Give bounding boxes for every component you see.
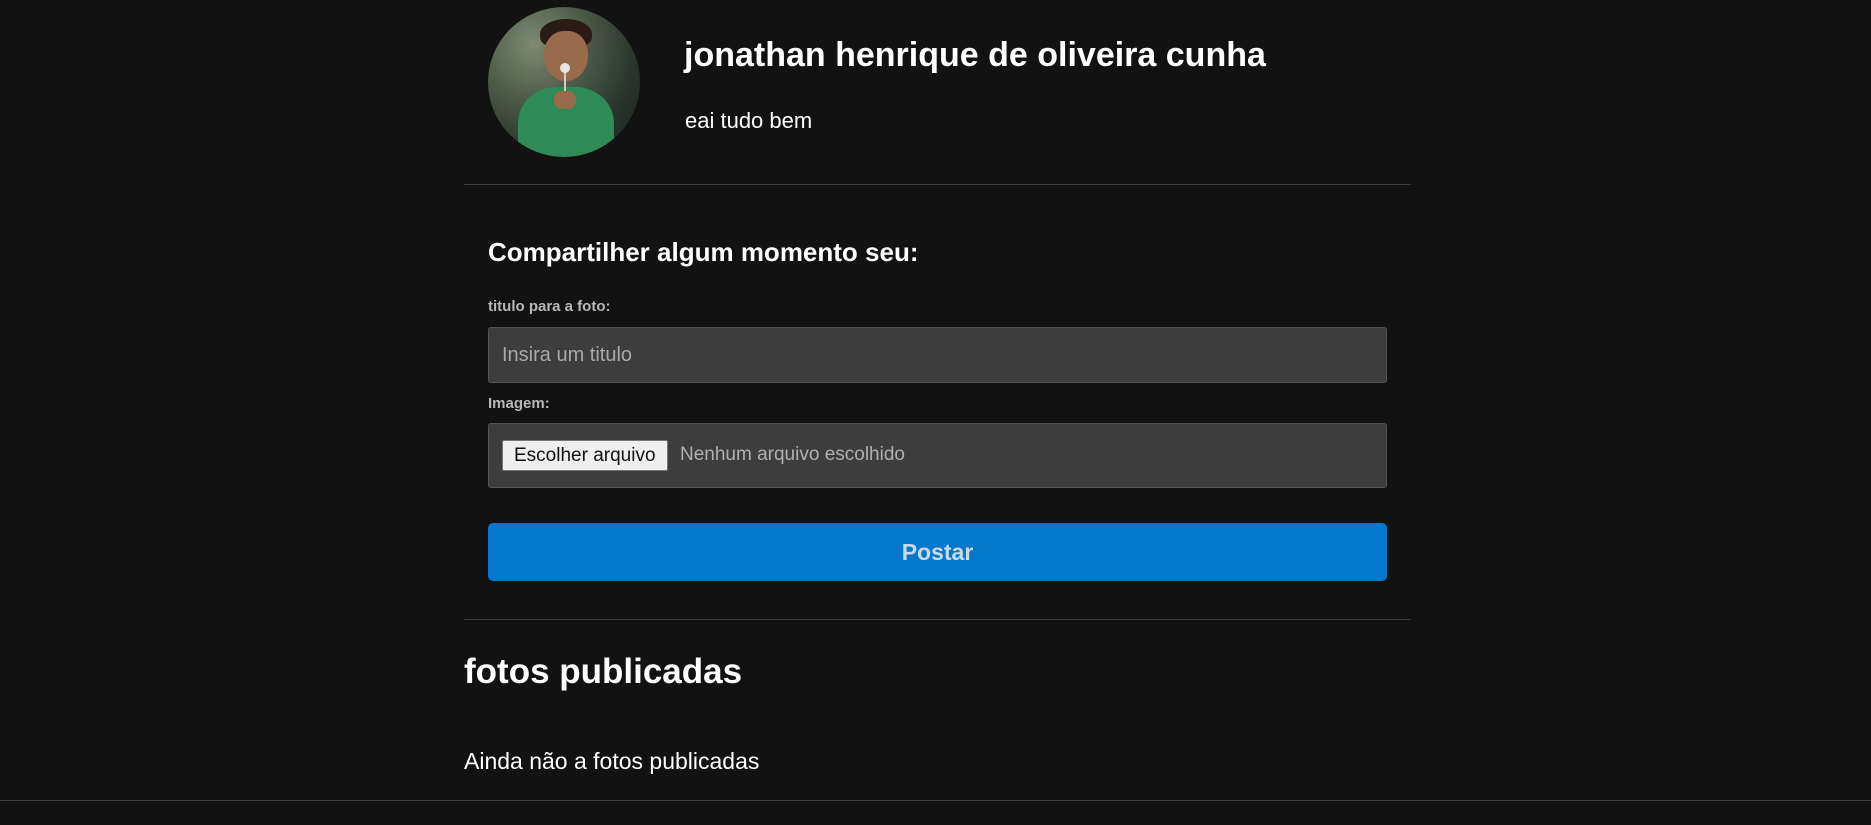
profile-header: jonathan henrique de oliveira cunha eai … [464,0,1411,185]
file-status: Nenhum arquivo escolhido [680,444,905,465]
published-photos-heading: fotos publicadas [464,652,743,691]
choose-file-button[interactable]: Escolher arquivo [502,440,668,471]
page-container: jonathan henrique de oliveira cunha eai … [464,0,1411,800]
avatar [488,7,640,157]
share-form: Compartilher algum momento seu: titulo p… [464,185,1411,620]
profile-name: jonathan henrique de oliveira cunha [684,36,1266,74]
footer-divider [0,800,1871,801]
empty-message: Ainda não a fotos publicadas [464,748,760,774]
file-input[interactable]: Escolher arquivo Nenhum arquivo escolhid… [488,423,1387,488]
title-input[interactable] [488,327,1387,383]
post-button[interactable]: Postar [488,523,1387,581]
share-form-heading: Compartilher algum momento seu: [488,237,919,267]
image-label: Imagem: [488,395,550,412]
title-label: titulo para a foto: [488,298,611,315]
published-photos: fotos publicadas Ainda não a fotos publi… [464,620,1411,800]
profile-bio: eai tudo bem [685,108,813,133]
